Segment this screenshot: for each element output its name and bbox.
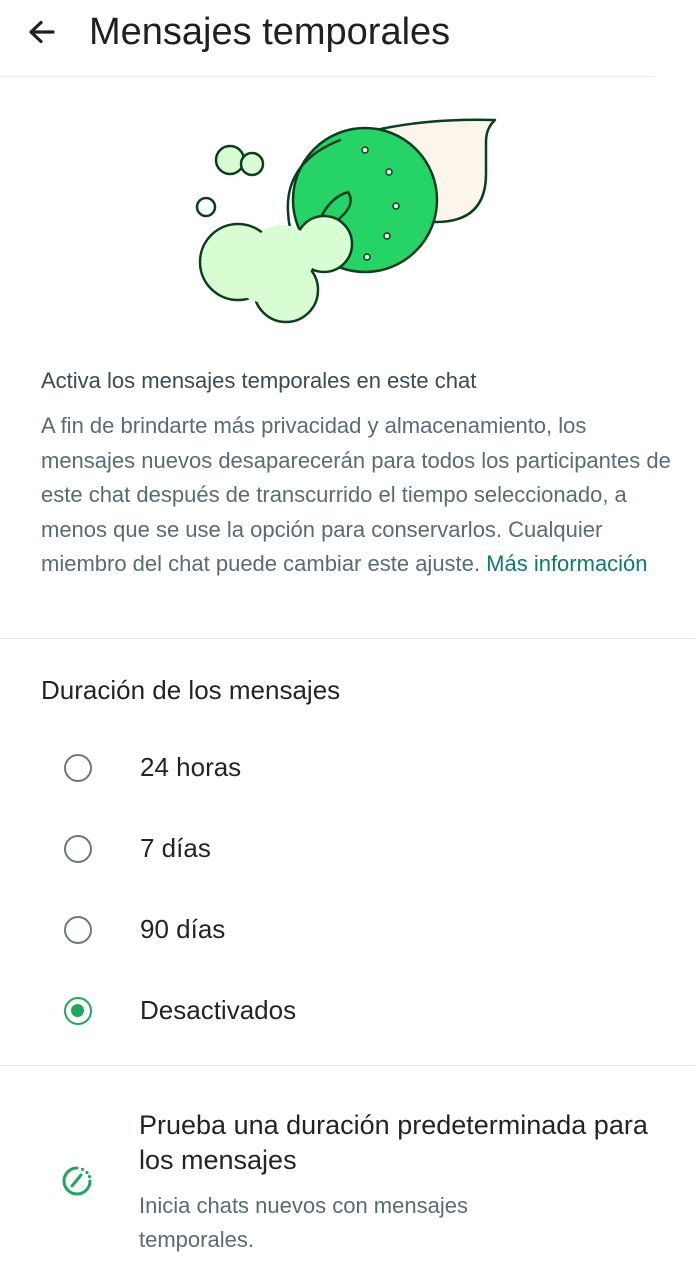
default-duration-row[interactable]: Prueba una duración predeterminada para … [0, 1100, 695, 1260]
page-title: Mensajes temporales [89, 11, 451, 53]
radio-button-unchecked[interactable] [64, 835, 92, 863]
option-label: Desactivados [140, 995, 297, 1025]
disappearing-messages-screen: Mensajes temporales Activa los mensajes … [0, 0, 695, 1280]
radio-button-checked[interactable] [64, 997, 92, 1025]
divider [0, 638, 695, 639]
default-duration-title: Prueba una duración predeterminada para … [139, 1110, 648, 1175]
info-title: Activa los mensajes temporales en este c… [41, 368, 477, 393]
more-info-link[interactable]: Más información [486, 551, 647, 576]
radio-button-unchecked[interactable] [64, 916, 92, 944]
timer-icon [62, 1166, 92, 1196]
back-button[interactable] [22, 12, 62, 52]
arrow-left-icon [29, 20, 55, 44]
disappearing-messages-illustration [195, 118, 497, 324]
option-24-hours[interactable]: 24 horas [41, 738, 651, 802]
default-duration-subtitle: Inicia chats nuevos con mensajes tempora… [139, 1193, 468, 1252]
option-off[interactable]: Desactivados [41, 981, 651, 1045]
app-bar: Mensajes temporales [0, 0, 655, 77]
duration-label: Duración de los mensajes [41, 675, 341, 705]
divider [0, 1065, 695, 1066]
option-90-days[interactable]: 90 días [41, 900, 651, 964]
option-label: 24 horas [140, 752, 242, 782]
info-description: A fin de brindarte más privacidad y alma… [41, 409, 681, 582]
option-label: 90 días [140, 914, 226, 944]
option-label: 7 días [140, 833, 211, 863]
radio-button-unchecked[interactable] [64, 754, 92, 782]
option-7-days[interactable]: 7 días [41, 819, 651, 883]
